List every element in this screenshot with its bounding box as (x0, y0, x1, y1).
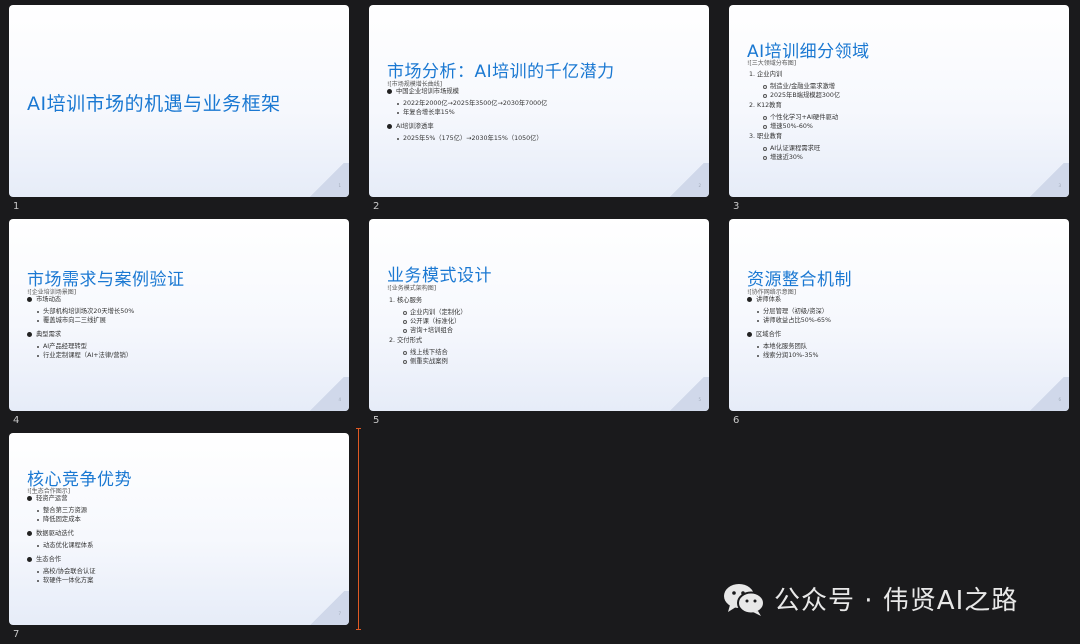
slide-canvas: 市场分析：AI培训的千亿潜力 ![市场规模增长曲线] 中国企业培训市场规模 20… (369, 5, 709, 197)
slide-page-number: 3 (1058, 183, 1061, 188)
slide-canvas: AI培训细分领域 ![三大领域分布图] 1. 企业内训 制造业/金融业需求激增 … (729, 5, 1069, 197)
slide-page-number: 5 (698, 397, 701, 402)
sub-bullet-item: 2025年5%（175亿）→2030年15%（1050亿） (387, 134, 697, 143)
slide-index: 2 (373, 201, 380, 212)
sub-item: 2025年B端规模超300亿 (747, 91, 1057, 100)
bullet-item: 区域合作 (747, 330, 1057, 339)
watermark-text: 公众号 · 伟贤AI之路 (774, 586, 1019, 616)
slide-canvas: 资源整合机制 ![协作网络示意图] 讲师体系 分层管理（初级/资深） 讲师收益占… (729, 219, 1069, 411)
sub-bullet-item: AI产品经理转型 (27, 342, 337, 351)
wechat-icon (724, 583, 765, 616)
sub-item: 企业内训（定制化） (387, 308, 697, 317)
slide-index: 6 (733, 415, 740, 426)
sub-item: 公开课（标准化） (387, 317, 697, 326)
slide-page-number: 2 (698, 183, 701, 188)
slide-thumbnail-7[interactable]: 核心竞争优势 ![生态合作图示] 轻资产运营 整合第三方资源 降低固定成本 数据… (9, 433, 349, 640)
slide-canvas: AI培训市场的机遇与业务框架 1 (9, 5, 349, 197)
bullet-item: 轻资产运营 (27, 494, 337, 503)
sub-bullet-item: 覆盖城市向二三线扩展 (27, 316, 337, 325)
bullet-item: 讲师体系 (747, 295, 1057, 304)
slide-thumbnail-5[interactable]: 业务模式设计 ![业务模式架构图] 1. 核心服务 企业内训（定制化） 公开课（… (369, 219, 709, 426)
bullet-item: 生态合作 (27, 555, 337, 564)
sub-bullet-item: 2022年2000亿→2025年3500亿→2030年7000亿 (387, 99, 697, 108)
slide-image-placeholder: ![三大领域分布图] (747, 60, 797, 67)
sub-bullet-item: 讲师收益占比50%-65% (747, 316, 1057, 325)
slide-canvas: 业务模式设计 ![业务模式架构图] 1. 核心服务 企业内训（定制化） 公开课（… (369, 219, 709, 411)
slide-body: 市场动态 头部机构培训场次20天增长50% 覆盖城市向二三线扩展 典型需求 AI… (27, 295, 337, 360)
slide-body: 中国企业培训市场规模 2022年2000亿→2025年3500亿→2030年70… (387, 87, 697, 143)
sub-bullet-item: 整合第三方资源 (27, 506, 337, 515)
sub-bullet-item: 行业定制课程（AI+法律/营销） (27, 351, 337, 360)
slide-title: AI培训市场的机遇与业务框架 (27, 93, 281, 115)
slide-page-number: 1 (338, 183, 341, 188)
numbered-item: 3. 职业教育 (749, 133, 783, 140)
sub-bullet-item: 本地化服务团队 (747, 342, 1057, 351)
slide-sorter-grid: AI培训市场的机遇与业务框架 1 1 市场分析：AI培训的千亿潜力 ![市场规模… (0, 0, 1080, 644)
sub-item: AI认证课程需求旺 (747, 144, 1057, 153)
sub-item: 侧重实战案例 (387, 357, 697, 366)
slide-thumbnail-3[interactable]: AI培训细分领域 ![三大领域分布图] 1. 企业内训 制造业/金融业需求激增 … (729, 5, 1069, 212)
slide-index: 5 (373, 415, 380, 426)
slide-body: 1. 核心服务 企业内训（定制化） 公开课（标准化） 咨询+培训组合 2. 交付… (387, 295, 697, 366)
numbered-item: 2. 交付形式 (389, 337, 423, 344)
slide-index: 1 (13, 201, 20, 212)
sub-item: 个性化学习+AI硬件驱动 (747, 113, 1057, 122)
slide-thumbnail-6[interactable]: 资源整合机制 ![协作网络示意图] 讲师体系 分层管理（初级/资深） 讲师收益占… (729, 219, 1069, 426)
sub-item: 制造业/金融业需求激增 (747, 82, 1057, 91)
slide-page-number: 7 (338, 611, 341, 616)
watermark: 公众号 · 伟贤AI之路 (722, 580, 1018, 617)
slide-page-number: 6 (1058, 397, 1061, 402)
slide-canvas: 市场需求与案例验证 ![企业培训场景图] 市场动态 头部机构培训场次20天增长5… (9, 219, 349, 411)
bullet-item: 中国企业培训市场规模 (387, 87, 697, 96)
slide-index: 7 (13, 629, 20, 640)
slide-thumbnail-2[interactable]: 市场分析：AI培训的千亿潜力 ![市场规模增长曲线] 中国企业培训市场规模 20… (369, 5, 709, 212)
sub-bullet-item: 软硬件一体化方案 (27, 576, 337, 585)
slide-body: 1. 企业内训 制造业/金融业需求激增 2025年B端规模超300亿 2. K1… (747, 69, 1057, 162)
sub-bullet-item: 动态优化课程体系 (27, 541, 337, 550)
sub-bullet-item: 年复合增长率15% (387, 108, 697, 117)
slide-index: 4 (13, 415, 20, 426)
slide-body: 讲师体系 分层管理（初级/资深） 讲师收益占比50%-65% 区域合作 本地化服… (747, 295, 1057, 360)
insertion-cursor (356, 428, 361, 630)
slide-thumbnail-1[interactable]: AI培训市场的机遇与业务框架 1 1 (9, 5, 349, 212)
bullet-item: 市场动态 (27, 295, 337, 304)
slide-body: 轻资产运营 整合第三方资源 降低固定成本 数据驱动迭代 动态优化课程体系 生态合… (27, 494, 337, 585)
sub-bullet-item: 头部机构培训场次20天增长50% (27, 307, 337, 316)
numbered-item: 2. K12教育 (749, 102, 782, 109)
bullet-item: 数据驱动迭代 (27, 529, 337, 538)
numbered-item: 1. 核心服务 (389, 297, 423, 304)
slide-canvas: 核心竞争优势 ![生态合作图示] 轻资产运营 整合第三方资源 降低固定成本 数据… (9, 433, 349, 625)
slide-page-number: 4 (338, 397, 341, 402)
sub-bullet-item: 降低固定成本 (27, 515, 337, 524)
slide-thumbnail-4[interactable]: 市场需求与案例验证 ![企业培训场景图] 市场动态 头部机构培训场次20天增长5… (9, 219, 349, 426)
sub-item: 咨询+培训组合 (387, 326, 697, 335)
slide-image-placeholder: ![业务模式架构图] (387, 285, 437, 292)
bullet-item: AI培训渗透率 (387, 122, 697, 131)
numbered-item: 1. 企业内训 (749, 71, 783, 78)
slide-index: 3 (733, 201, 740, 212)
bullet-item: 典型需求 (27, 330, 337, 339)
sub-bullet-item: 分层管理（初级/资深） (747, 307, 1057, 316)
sub-item: 增速50%-60% (747, 122, 1057, 131)
sub-item: 线上线下结合 (387, 348, 697, 357)
sub-bullet-item: 线索分润10%-35% (747, 351, 1057, 360)
sub-bullet-item: 高校/协会联合认证 (27, 567, 337, 576)
sub-item: 增速近30% (747, 153, 1057, 162)
